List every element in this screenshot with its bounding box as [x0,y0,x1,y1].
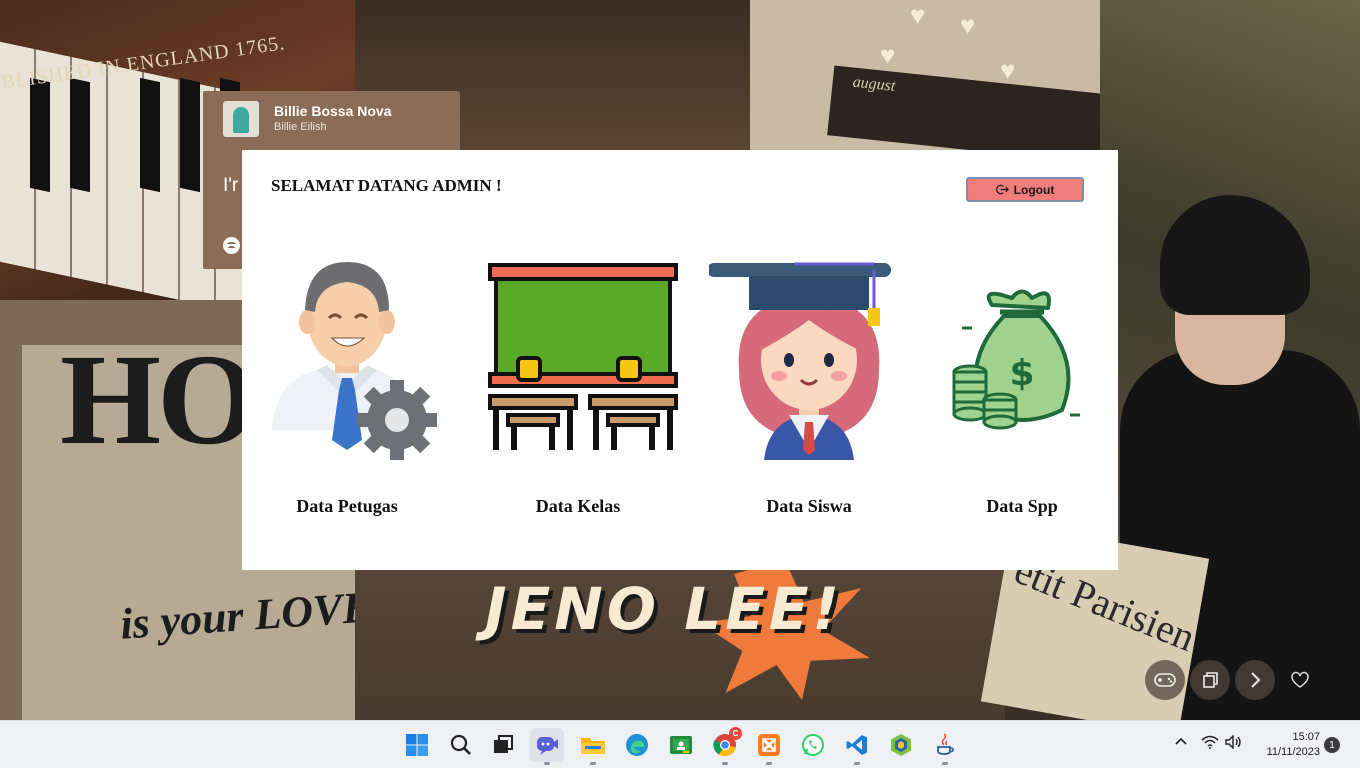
svg-text:$: $ [1009,353,1034,394]
chevron-right-icon[interactable] [1235,660,1275,700]
media-artist: Billie Eilish [274,121,327,133]
logout-icon [995,184,1009,195]
card-label-kelas: Data Kelas [535,496,621,516]
money-bag-icon: $ [952,289,1080,430]
search-icon[interactable] [444,728,478,762]
chevron-up-icon[interactable] [1174,735,1188,750]
java-icon[interactable] [928,728,962,765]
wifi-icon[interactable] [1201,735,1219,752]
edge-icon[interactable] [620,728,654,762]
card-data-siswa[interactable]: Data Siswa [709,250,909,530]
volume-icon[interactable] [1225,734,1243,752]
card-data-kelas[interactable]: Data Kelas [478,250,678,530]
officer-icon [272,262,437,460]
meet-icon[interactable] [530,728,564,765]
start-icon[interactable] [400,728,434,762]
xampp-icon[interactable] [752,728,786,765]
system-clock[interactable]: 15:07 11/11/2023 [1252,730,1320,760]
chrome-badge: C [729,727,742,740]
vscode-icon[interactable] [840,728,874,765]
task-view-icon[interactable] [486,728,520,762]
chrome-icon[interactable]: C [708,727,742,765]
clock-date: 11/11/2023 [1266,746,1320,758]
media-lyric: I'r [223,175,239,196]
student-icon [709,262,891,460]
card-label-petugas: Data Petugas [296,496,398,516]
copy-icon[interactable] [1190,660,1230,700]
media-title: Billie Bossa Nova [274,103,392,119]
spotify-icon[interactable] [223,237,240,254]
gamepad-icon[interactable] [1145,660,1185,700]
welcome-heading: SELAMAT DATANG ADMIN ! [271,176,502,195]
logout-button[interactable]: Logout [966,177,1084,202]
card-data-spp[interactable]: $ Data Spp [922,250,1122,530]
heart-icon[interactable] [1280,660,1320,700]
classroom-icon [488,263,678,450]
wallpaper-banner-text: JENO LEE! [485,575,843,643]
whatsapp-icon[interactable] [796,728,830,762]
card-label-siswa: Data Siswa [766,496,852,516]
admin-dashboard-window: SELAMAT DATANG ADMIN ! Logout Data Petug… [242,150,1118,570]
card-data-petugas[interactable]: Data Petugas [247,250,447,530]
file-explorer-icon[interactable] [576,728,610,765]
album-art [223,101,259,137]
taskbar: C 15:07 11/11/2023 1 [0,720,1360,768]
logout-label: Logout [1013,182,1055,197]
bluej-icon[interactable] [884,728,918,762]
notification-badge[interactable]: 1 [1324,737,1340,753]
card-label-spp: Data Spp [986,496,1058,516]
classroom-app-icon[interactable] [664,728,698,762]
clock-time: 15:07 [1292,731,1320,743]
